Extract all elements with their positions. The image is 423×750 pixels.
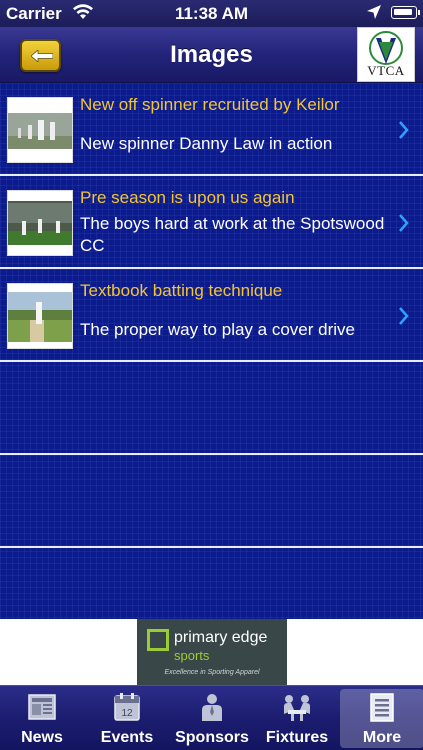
list-item[interactable]: Textbook batting technique The proper wa… [0,269,423,362]
tab-label: More [362,729,402,746]
thumbnail-image [7,283,73,349]
ad-brand-name: primary edge [174,629,268,646]
vtca-logo: VTCA [357,27,415,82]
sponsor-ad[interactable]: primary edge sports Excellence in Sporti… [137,619,287,685]
brand-mark-icon [147,629,169,651]
images-list: New off spinner recruited by Keilor New … [0,83,423,619]
tab-sponsors[interactable]: Sponsors [170,686,254,750]
item-subtitle: The boys hard at work at the Spotswood C… [80,214,385,255]
chevron-right-icon [399,307,409,325]
tab-fixtures[interactable]: Fixtures [255,686,339,750]
item-subtitle: The proper way to play a cover drive [80,320,355,339]
item-title: New off spinner recruited by Keilor [80,95,340,114]
thumbnail-image [7,97,73,163]
item-title: Textbook batting technique [80,281,283,300]
tab-bar: News 12 Events Sponsors Fixtures More [0,685,423,750]
chevron-right-icon [399,121,409,139]
tab-more[interactable]: More [340,689,423,748]
tab-label: Sponsors [175,729,249,746]
tab-label: Fixtures [265,729,329,746]
list-item[interactable]: New off spinner recruited by Keilor New … [0,83,423,176]
ad-banner-area: primary edge sports Excellence in Sporti… [0,619,423,685]
svg-text:12: 12 [121,708,133,719]
status-bar: Carrier 11:38 AM [0,0,423,27]
thumbnail-image [7,190,73,256]
list-item[interactable]: Pre season is upon us again The boys har… [0,176,423,269]
tab-events[interactable]: 12 Events [85,686,169,750]
item-subtitle: New spinner Danny Law in action [80,134,333,153]
logo-text: VTCA [367,63,405,78]
tab-news[interactable]: News [0,686,84,750]
newspaper-icon [28,694,56,720]
ad-brand-subname: sports [174,648,210,663]
empty-row [0,455,423,548]
empty-row [0,362,423,455]
person-icon [202,694,222,721]
location-arrow-icon [367,5,381,19]
list-icon [370,693,394,722]
status-time: 11:38 AM [174,4,249,23]
navigation-bar: Images VTCA [0,27,423,83]
tab-label: Events [100,729,154,746]
tab-label: News [21,729,63,746]
calendar-icon: 12 [114,693,140,721]
item-title: Pre season is upon us again [80,188,295,207]
chevron-right-icon [399,214,409,232]
meeting-icon [284,695,310,721]
battery-icon [391,6,420,19]
ad-tagline: Excellence in Sporting Apparel [164,669,260,676]
